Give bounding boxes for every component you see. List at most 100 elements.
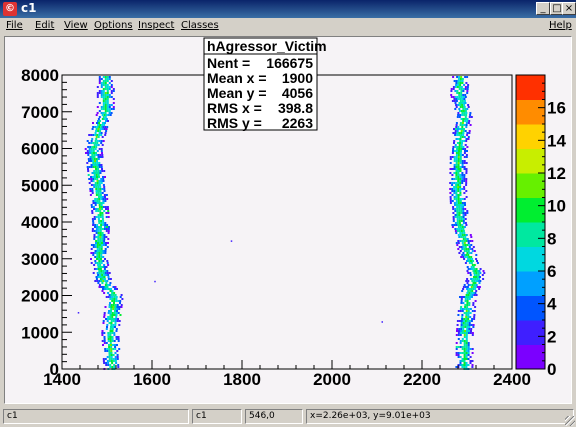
bin-cell xyxy=(463,160,466,162)
bin-cell xyxy=(116,344,118,346)
bin-cell xyxy=(457,174,460,176)
bin-cell xyxy=(455,176,458,178)
bin-cell xyxy=(98,110,101,112)
bin-cell xyxy=(463,202,466,204)
bin-cell xyxy=(101,168,103,170)
bin-cell xyxy=(460,88,463,90)
bin-cell xyxy=(456,214,459,216)
y-tick-label: 5000 xyxy=(21,176,59,195)
bin-cell xyxy=(460,150,462,152)
bin-cell xyxy=(455,348,458,350)
bin-cell xyxy=(460,330,462,332)
bin-cell xyxy=(467,268,470,270)
bin-cell xyxy=(457,234,460,236)
menu-classes[interactable]: Classes xyxy=(181,20,219,31)
bin-cell xyxy=(463,366,466,368)
bin-cell xyxy=(109,334,112,336)
bin-cell xyxy=(475,284,478,286)
bin-cell xyxy=(460,146,463,148)
bin-cell xyxy=(94,164,97,166)
bin-cell xyxy=(459,160,462,162)
menu-file[interactable]: File xyxy=(6,20,23,31)
bin-cell xyxy=(458,204,460,206)
bin-cell xyxy=(94,250,97,252)
bin-cell xyxy=(95,232,98,234)
bin-cell xyxy=(99,234,102,236)
menu-help[interactable]: Help xyxy=(549,20,572,31)
bin-cell xyxy=(463,344,466,346)
bin-cell xyxy=(457,104,460,106)
bin-cell xyxy=(89,146,92,148)
bin-cell xyxy=(116,358,119,360)
bin-cell xyxy=(102,198,105,200)
bin-cell xyxy=(104,226,106,228)
bin-cell xyxy=(102,96,105,98)
bin-cell xyxy=(106,226,108,228)
stray-point xyxy=(230,240,233,242)
bin-cell xyxy=(100,86,103,88)
bin-cell xyxy=(112,294,115,296)
bin-cell xyxy=(114,320,117,322)
bin-cell xyxy=(97,268,100,270)
bin-cell xyxy=(457,84,460,86)
bin-cell xyxy=(463,226,466,228)
bin-cell xyxy=(116,306,119,308)
bin-cell xyxy=(110,348,113,350)
bin-cell xyxy=(99,238,102,240)
bin-cell xyxy=(105,242,107,244)
bin-cell xyxy=(451,174,454,176)
bin-cell xyxy=(85,152,87,154)
minimize-button[interactable]: _ xyxy=(536,2,550,15)
bin-cell xyxy=(455,366,458,368)
bin-cell xyxy=(463,128,465,130)
bin-cell xyxy=(472,326,475,328)
bin-cell xyxy=(105,364,108,366)
bin-cell xyxy=(114,322,117,324)
menu-view[interactable]: View xyxy=(64,20,88,31)
bin-cell xyxy=(113,292,116,294)
bin-cell xyxy=(457,160,460,162)
bin-cell xyxy=(464,320,467,322)
bin-cell xyxy=(100,250,103,252)
bin-cell xyxy=(453,100,456,102)
bin-cell xyxy=(459,232,462,234)
bin-cell xyxy=(455,346,458,348)
bin-cell xyxy=(111,300,114,302)
menu-edit[interactable]: Edit xyxy=(35,20,54,31)
bin-cell xyxy=(455,168,458,170)
bin-cell xyxy=(465,248,468,250)
bin-cell xyxy=(90,148,93,150)
bin-cell xyxy=(108,226,110,228)
bin-cell xyxy=(460,206,463,208)
bin-cell xyxy=(95,276,98,278)
bin-cell xyxy=(103,314,106,316)
menu-options[interactable]: Options xyxy=(94,20,133,31)
bin-cell xyxy=(473,316,476,318)
histogram-canvas[interactable]: 1400 1600 1800 2000 2200 24000100020003000400… xyxy=(5,37,571,403)
close-button[interactable]: × xyxy=(562,2,576,15)
bin-cell xyxy=(86,162,89,164)
bin-cell xyxy=(96,140,99,142)
bin-cell xyxy=(459,332,462,334)
bin-cell xyxy=(455,198,458,200)
resize-grip[interactable] xyxy=(565,416,575,426)
bin-cell xyxy=(102,140,105,142)
bin-cell xyxy=(465,308,468,310)
bin-cell xyxy=(106,84,109,86)
bin-cell xyxy=(466,132,469,134)
bin-cell xyxy=(463,364,466,366)
bin-cell xyxy=(457,82,460,84)
stats-box[interactable]: hAgressor_VictimNent = 166675Mean x = 1900… xyxy=(203,37,327,131)
x-tick-label: 1600 xyxy=(133,370,171,389)
bin-cell xyxy=(454,230,457,232)
bin-cell xyxy=(112,98,115,100)
bin-cell xyxy=(96,246,99,248)
menu-inspect[interactable]: Inspect xyxy=(138,20,174,31)
bin-cell xyxy=(456,86,459,88)
bin-cell xyxy=(98,270,101,272)
bin-cell xyxy=(109,278,112,280)
bin-cell xyxy=(110,304,113,306)
bin-cell xyxy=(116,288,118,290)
bin-cell xyxy=(454,90,457,92)
bin-cell xyxy=(108,344,110,346)
